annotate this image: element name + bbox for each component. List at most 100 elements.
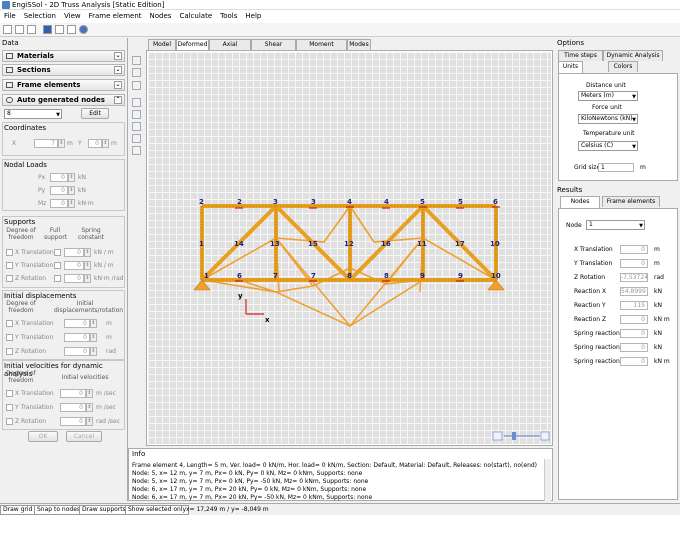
- tab-modes[interactable]: Modes: [347, 39, 371, 50]
- tab-shear-diagram[interactable]: Shear diagram: [251, 39, 296, 58]
- distance-unit-select[interactable]: Meters (m) ▼: [578, 91, 638, 101]
- tab-dynamic-analysis[interactable]: Dynamic Analysis: [603, 50, 663, 61]
- chevron-down-icon: ⌄: [114, 66, 122, 74]
- pointer-icon[interactable]: [132, 56, 141, 65]
- vel-z-checkbox[interactable]: [6, 418, 13, 425]
- materials-header[interactable]: Materials ⌄: [2, 50, 125, 62]
- zoom-plus-icon[interactable]: [540, 431, 550, 441]
- menu-frame-element[interactable]: Frame element: [85, 10, 146, 23]
- vel-x-spinner[interactable]: ⇕: [86, 389, 93, 398]
- zoom-slider[interactable]: [492, 431, 550, 441]
- disp-z-spinner[interactable]: ⇕: [90, 347, 97, 356]
- tab-colors[interactable]: Colors: [608, 61, 638, 72]
- disp-z-checkbox[interactable]: [6, 348, 13, 355]
- frame-elements-header[interactable]: Frame elements ⌄: [2, 79, 125, 91]
- x-translation-checkbox[interactable]: [6, 249, 13, 256]
- px-input[interactable]: 0: [50, 173, 68, 182]
- z-spring-spinner[interactable]: ⇕: [84, 274, 91, 283]
- x-spinner[interactable]: ⇕: [58, 139, 65, 148]
- tab-results-nodes[interactable]: Nodes: [560, 196, 600, 208]
- new-file-icon[interactable]: [3, 25, 12, 34]
- tab-moment-diagram[interactable]: Moment diagram: [296, 39, 347, 58]
- zoom-out-icon[interactable]: [132, 122, 141, 131]
- py-spinner[interactable]: ⇕: [68, 186, 75, 195]
- ok-button[interactable]: OK: [28, 431, 58, 442]
- zoom-minus-icon[interactable]: [492, 431, 503, 441]
- print-icon[interactable]: [67, 25, 76, 34]
- z-rotation-checkbox[interactable]: [6, 275, 13, 282]
- tab-results-frame-elements[interactable]: Frame elements: [602, 196, 660, 207]
- pan-icon[interactable]: [132, 98, 141, 107]
- vel-z-spinner[interactable]: ⇕: [86, 417, 93, 426]
- mz-spinner[interactable]: ⇕: [68, 199, 75, 208]
- snap-to-nodes-toggle[interactable]: Snap to nodes: [34, 505, 84, 515]
- disp-y-input[interactable]: 0: [64, 333, 90, 342]
- y-translation-checkbox[interactable]: [6, 262, 13, 269]
- y-spring-input[interactable]: 0: [64, 261, 84, 270]
- px-spinner[interactable]: ⇕: [68, 173, 75, 182]
- vel-x-input[interactable]: 0: [60, 389, 86, 398]
- draw-grid-toggle[interactable]: Draw grid: [0, 505, 36, 515]
- app-icon: [2, 1, 10, 9]
- y-spinner[interactable]: ⇕: [102, 139, 109, 148]
- vel-y-checkbox[interactable]: [6, 404, 13, 411]
- z-full-support-checkbox[interactable]: [54, 275, 61, 282]
- disp-z-input[interactable]: 0: [64, 347, 90, 356]
- disp-y-checkbox[interactable]: [6, 334, 13, 341]
- y-coordinate-input[interactable]: 0: [88, 139, 102, 148]
- add-node-icon[interactable]: [132, 68, 141, 77]
- menu-view[interactable]: View: [60, 10, 85, 23]
- tab-units[interactable]: Units: [558, 61, 583, 73]
- delete-icon[interactable]: [132, 81, 141, 90]
- menu-selection[interactable]: Selection: [20, 10, 60, 23]
- menu-help[interactable]: Help: [241, 10, 265, 23]
- cancel-button[interactable]: Cancel: [66, 431, 102, 442]
- tab-axial-diagram[interactable]: Axial diagram: [209, 39, 251, 58]
- disp-x-spinner[interactable]: ⇕: [90, 319, 97, 328]
- save-icon[interactable]: [27, 25, 36, 34]
- open-folder-icon[interactable]: [15, 25, 24, 34]
- copy-icon[interactable]: [55, 25, 64, 34]
- vel-y-spinner[interactable]: ⇕: [86, 403, 93, 412]
- tab-model[interactable]: Model: [148, 39, 176, 50]
- drawing-canvas[interactable]: 2 3 4 5 6 2 3 4 5 1 7 8 9 10 6 7 8 9 1 1…: [148, 52, 551, 444]
- show-selected-only-toggle[interactable]: Show selected only: [125, 505, 190, 515]
- disp-x-input[interactable]: 0: [64, 319, 90, 328]
- x-coordinate-input[interactable]: 7: [34, 139, 58, 148]
- menu-nodes[interactable]: Nodes: [146, 10, 176, 23]
- vel-z-input[interactable]: 0: [60, 417, 86, 426]
- y-spring-spinner[interactable]: ⇕: [84, 261, 91, 270]
- x-spring-input[interactable]: 0: [64, 248, 84, 257]
- help-icon[interactable]: [79, 25, 88, 34]
- grid-size-input[interactable]: 1: [598, 163, 634, 172]
- menu-file[interactable]: File: [0, 10, 20, 23]
- info-scrollbar[interactable]: [544, 459, 551, 501]
- vel-y-input[interactable]: 0: [60, 403, 86, 412]
- node-select[interactable]: 8 ▼: [4, 109, 62, 119]
- sections-header[interactable]: Sections ⌄: [2, 64, 125, 76]
- py-input[interactable]: 0: [50, 186, 68, 195]
- auto-nodes-header[interactable]: Auto generated nodes ⌃: [2, 94, 125, 106]
- menu-tools[interactable]: Tools: [216, 10, 241, 23]
- results-node-select[interactable]: 1 ▼: [586, 220, 645, 230]
- zoom-slider-thumb[interactable]: [512, 432, 516, 440]
- x-full-support-checkbox[interactable]: [54, 249, 61, 256]
- zoom-extents-icon[interactable]: [132, 146, 141, 155]
- draw-supports-toggle[interactable]: Draw supports: [79, 505, 129, 515]
- menu-calculate[interactable]: Calculate: [175, 10, 216, 23]
- vel-x-checkbox[interactable]: [6, 390, 13, 397]
- y-full-support-checkbox[interactable]: [54, 262, 61, 269]
- force-unit-select[interactable]: KiloNewtons (kN) ▼: [578, 114, 638, 124]
- x-spring-spinner[interactable]: ⇕: [84, 248, 91, 257]
- result-value: 0: [620, 357, 648, 366]
- calculate-icon[interactable]: [43, 25, 52, 34]
- disp-y-spinner[interactable]: ⇕: [90, 333, 97, 342]
- temperature-unit-select[interactable]: Celsius (C) ▼: [578, 141, 638, 151]
- disp-x-checkbox[interactable]: [6, 320, 13, 327]
- mz-input[interactable]: 0: [50, 199, 68, 208]
- z-spring-input[interactable]: 0: [64, 274, 84, 283]
- tab-time-steps[interactable]: Time steps: [558, 50, 603, 61]
- zoom-in-icon[interactable]: [132, 110, 141, 119]
- zoom-window-icon[interactable]: [132, 134, 141, 143]
- edit-button[interactable]: Edit: [81, 108, 109, 119]
